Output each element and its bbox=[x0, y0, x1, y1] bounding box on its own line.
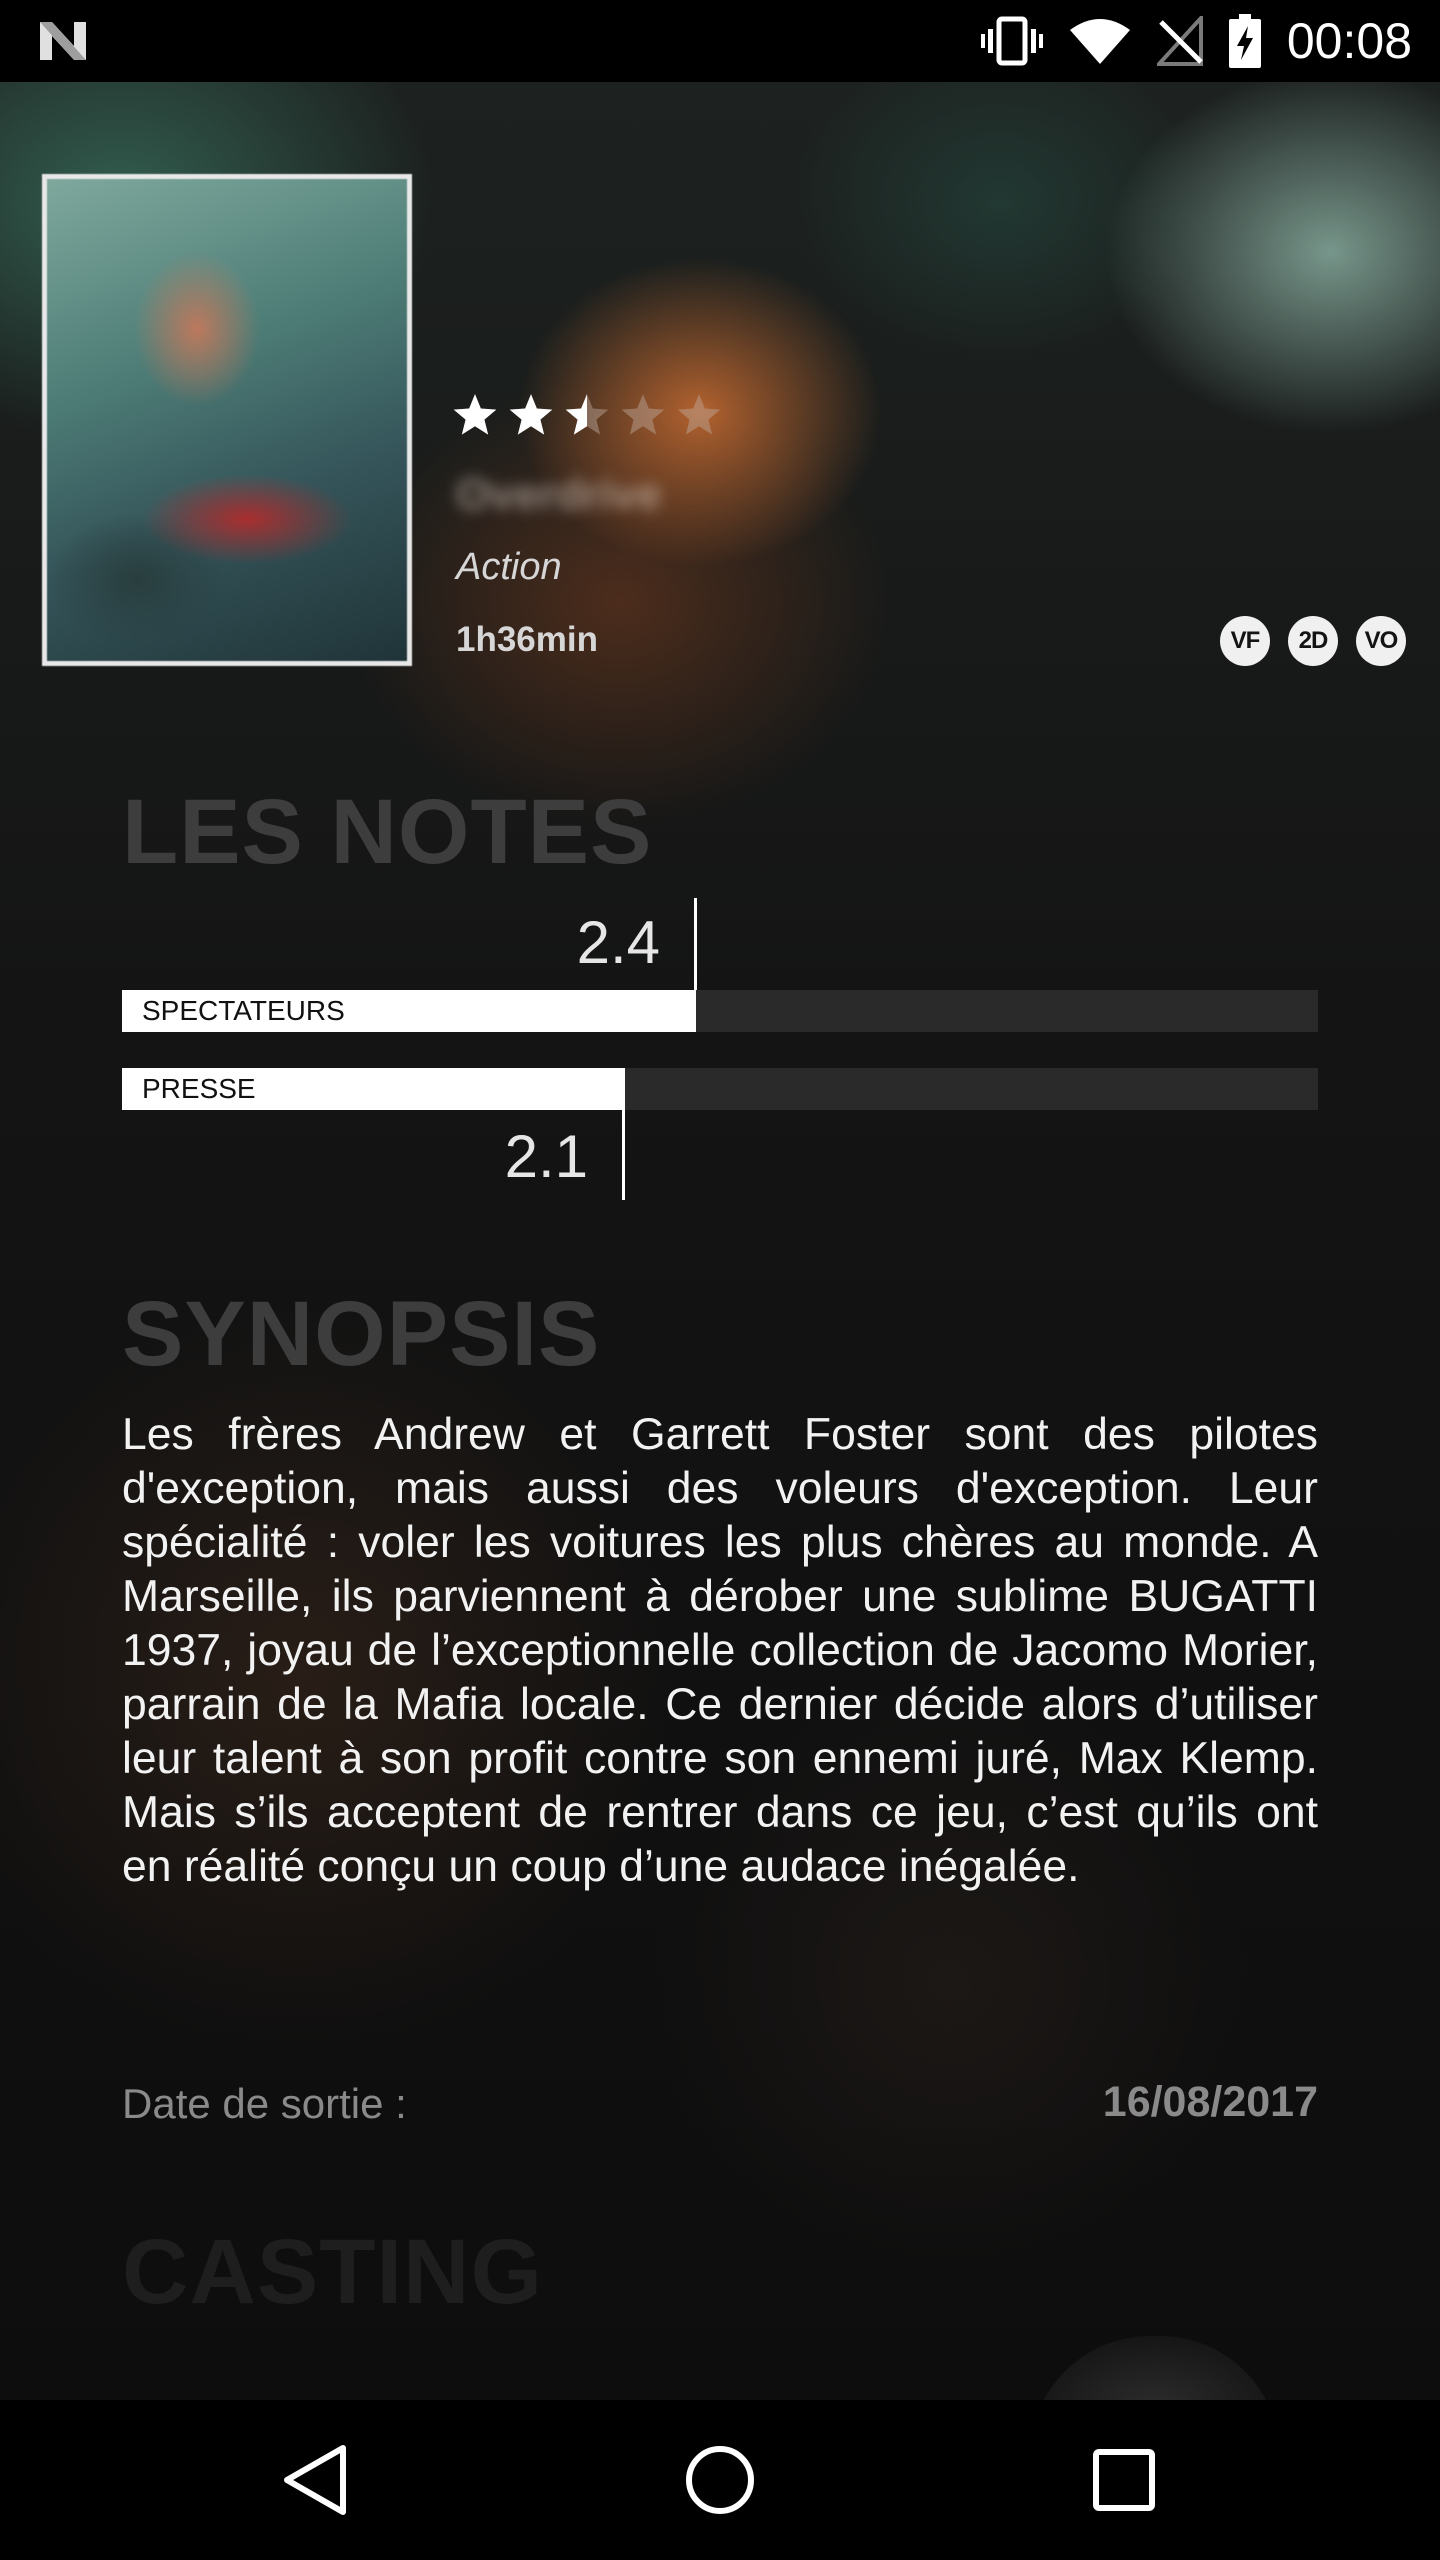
movie-genre: Action bbox=[456, 546, 562, 588]
screen: 00:08 Overdrive Action 1h36min VF 2D VO … bbox=[0, 0, 1440, 2560]
spectateurs-label: SPECTATEURS bbox=[142, 995, 345, 1026]
wifi-icon bbox=[1069, 19, 1130, 64]
release-date-label: Date de sortie : bbox=[122, 2080, 407, 2127]
synopsis-heading: SYNOPSIS bbox=[122, 1283, 601, 1385]
recents-square-icon bbox=[1093, 2449, 1155, 2511]
star-icon bbox=[565, 394, 609, 435]
no-signal-icon bbox=[1156, 16, 1203, 66]
presse-score: 2.1 bbox=[504, 1123, 588, 1190]
battery-charging-icon bbox=[1228, 14, 1261, 68]
spectateurs-score: 2.4 bbox=[576, 909, 660, 976]
star-icon bbox=[509, 394, 553, 435]
vibrate-icon bbox=[980, 16, 1043, 66]
star-icon bbox=[677, 394, 721, 435]
version-badges: VF 2D VO bbox=[1220, 616, 1406, 666]
star-icon bbox=[621, 394, 665, 435]
movie-poster[interactable] bbox=[42, 174, 412, 666]
presse-label: PRESSE bbox=[142, 1073, 256, 1104]
movie-duration: 1h36min bbox=[456, 620, 598, 659]
casting-heading: CASTING bbox=[122, 2221, 543, 2323]
vo-badge: VO bbox=[1356, 616, 1406, 666]
star-icon bbox=[453, 394, 497, 435]
clock: 00:08 bbox=[1286, 13, 1412, 69]
notes-heading: LES NOTES bbox=[122, 781, 653, 883]
release-date-value: 16/08/2017 bbox=[1102, 2078, 1318, 2126]
presse-marker bbox=[622, 1068, 625, 1200]
synopsis-text: Les frères Andrew et Garrett Foster sont… bbox=[122, 1410, 1318, 1891]
rating-stars bbox=[452, 392, 722, 438]
home-button[interactable] bbox=[640, 2400, 800, 2560]
n-logo-icon bbox=[40, 22, 86, 60]
vf-badge: VF bbox=[1220, 616, 1270, 666]
recents-button[interactable] bbox=[1044, 2400, 1204, 2560]
movie-title: Overdrive bbox=[456, 470, 662, 519]
back-button[interactable] bbox=[236, 2400, 396, 2560]
navigation-bar bbox=[0, 2400, 1440, 2560]
back-triangle-icon bbox=[284, 2445, 346, 2515]
status-icons: 00:08 bbox=[980, 0, 1412, 82]
2d-badge: 2D bbox=[1288, 616, 1338, 666]
presse-bar: PRESSE bbox=[122, 1068, 1318, 1110]
spectateurs-bar: SPECTATEURS bbox=[122, 990, 1318, 1032]
status-bar: 00:08 bbox=[0, 0, 1440, 82]
home-circle-icon bbox=[686, 2446, 754, 2514]
